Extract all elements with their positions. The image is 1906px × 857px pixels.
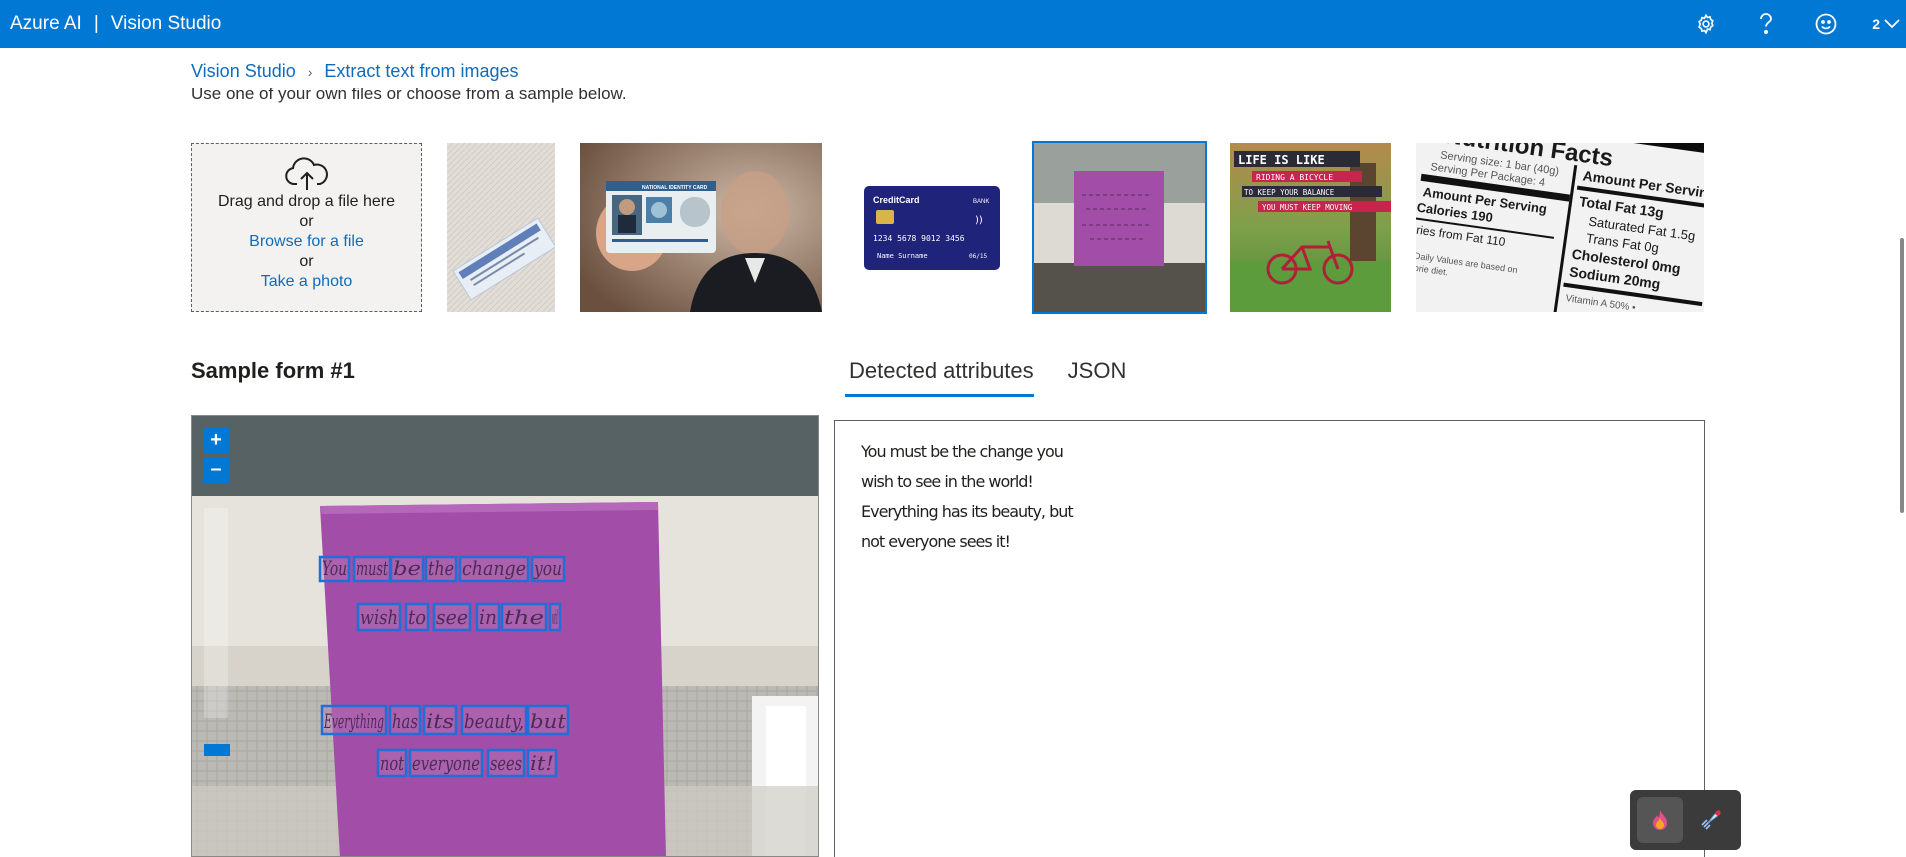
flame-icon — [1652, 810, 1667, 830]
top-icons: 2 — [1676, 0, 1906, 48]
sample-bicycle-poster[interactable]: LIFE IS LIKE RIDING A BICYCLE TO KEEP YO… — [1230, 143, 1391, 312]
breadcrumb-vision-studio[interactable]: Vision Studio — [191, 61, 296, 82]
brand-vision-studio: Vision Studio — [110, 13, 222, 34]
handwritten-word: must — [356, 556, 389, 580]
poster-line-4: YOU MUST KEEP MOVING — [1262, 203, 1353, 212]
id-card-title: NATIONAL IDENTITY CARD — [642, 185, 708, 191]
chevron-down-icon — [1884, 19, 1900, 29]
launch-button[interactable] — [1688, 797, 1734, 843]
zoom-slider-handle[interactable] — [204, 744, 230, 756]
poster-line-2: RIDING A BICYCLE — [1256, 173, 1333, 182]
scrollbar-thumb[interactable] — [1900, 238, 1904, 513]
detected-line: not everyone sees it! — [861, 532, 1011, 551]
handwritten-word: it! — [530, 751, 554, 775]
handwritten-word: but — [530, 709, 567, 733]
card-bank: BANK — [973, 199, 989, 205]
sample-nutrition-facts[interactable]: Nutrition Facts Serving size: 1 bar (40g… — [1416, 143, 1704, 312]
handwritten-word: see — [436, 605, 468, 629]
app-brand[interactable]: Azure AI | Vision Studio — [0, 13, 221, 35]
page-scrollbar[interactable] — [1898, 48, 1906, 857]
rocket-icon — [1701, 810, 1721, 830]
settings-button[interactable] — [1676, 0, 1736, 48]
handwritten-word: you — [533, 556, 562, 580]
brand-azure-ai: Azure AI — [10, 13, 82, 34]
result-tabs: Detected attributes JSON — [845, 350, 1160, 397]
handwritten-word: in — [479, 605, 497, 629]
handwritten-word: its — [426, 709, 454, 733]
image-viewer[interactable]: You must be the change you wish to see in the world… — [191, 415, 819, 857]
handwritten-word: not — [380, 751, 405, 775]
card-brand: CreditCard — [873, 195, 920, 205]
top-bar: Azure AI | Vision Studio 2 — [0, 0, 1906, 48]
browse-file-link[interactable]: Browse for a file — [192, 232, 421, 252]
chevron-right-icon: › — [307, 63, 313, 80]
instructions-text: Use one of your own files or choose from… — [191, 88, 627, 103]
zoom-in-button[interactable]: + — [203, 428, 229, 454]
or-text: or — [299, 213, 314, 230]
handwritten-word: everyone — [412, 751, 480, 775]
handwritten-word: You — [322, 556, 347, 580]
sample-social-security-card[interactable] — [447, 143, 555, 312]
take-photo-link[interactable]: Take a photo — [192, 272, 421, 292]
cloud-upload-icon — [284, 157, 328, 190]
handwritten-word: be — [393, 556, 421, 580]
handwritten-word: wish — [360, 605, 398, 629]
svg-text:)): )) — [975, 215, 983, 226]
help-button[interactable] — [1736, 0, 1796, 48]
handwritten-word: change — [462, 556, 526, 580]
card-name: Name Surname — [877, 252, 928, 260]
account-menu-button[interactable] — [1884, 0, 1906, 48]
or-text: or — [299, 253, 314, 270]
sample-id-card[interactable]: NATIONAL IDENTITY CARD — [580, 143, 822, 312]
sample-credit-card[interactable]: CreditCard BANK )) 1234 5678 9012 3456 N… — [847, 143, 1007, 312]
note-image: You must be the change youwish to see in the world… — [192, 416, 818, 856]
smiley-icon — [1815, 13, 1837, 35]
detected-text-panel: You must be the change you wish to see i… — [834, 420, 1705, 857]
floating-toolbar — [1630, 790, 1741, 850]
handwritten-word: sees — [490, 751, 522, 775]
handwritten-word: the — [504, 605, 544, 629]
handwritten-word: the — [428, 556, 454, 580]
brand-separator: | — [93, 13, 99, 34]
drag-drop-text: Drag and drop a file here — [218, 193, 395, 210]
help-icon — [1760, 13, 1772, 35]
file-upload-dropzone[interactable]: Drag and drop a file here or Browse for … — [191, 143, 422, 312]
tab-detected-attributes[interactable]: Detected attributes — [845, 350, 1034, 397]
handwritten-word: to — [408, 605, 426, 629]
card-expiry: 06/15 — [969, 253, 987, 260]
detected-line: Everything has its beauty, but — [861, 502, 1074, 521]
user-count[interactable]: 2 — [1856, 16, 1884, 32]
tab-json[interactable]: JSON — [1064, 350, 1131, 397]
handwritten-word: world! — [552, 605, 558, 629]
breadcrumb-extract-text[interactable]: Extract text from images — [324, 61, 518, 82]
card-number: 1234 5678 9012 3456 — [873, 234, 965, 243]
zoom-slider-track[interactable] — [204, 508, 228, 718]
handwritten-word: Everything — [323, 709, 384, 733]
breadcrumb: Vision Studio › Extract text from images — [191, 61, 518, 82]
sample-handwritten-note[interactable] — [1032, 141, 1207, 314]
handwritten-word: beauty, — [464, 709, 524, 733]
feedback-button[interactable] — [1796, 0, 1856, 48]
zoom-out-button[interactable]: – — [203, 457, 229, 483]
poster-line-3: TO KEEP YOUR BALANCE — [1244, 188, 1335, 197]
handwritten-word: has — [392, 709, 418, 733]
detected-line: You must be the change you — [861, 442, 1064, 461]
form-title: Sample form #1 — [191, 358, 355, 383]
poster-line-1: LIFE IS LIKE — [1238, 153, 1325, 167]
detected-line: wish to see in the world! — [861, 472, 1034, 491]
copilot-button[interactable] — [1636, 797, 1683, 843]
gear-icon — [1698, 13, 1714, 35]
